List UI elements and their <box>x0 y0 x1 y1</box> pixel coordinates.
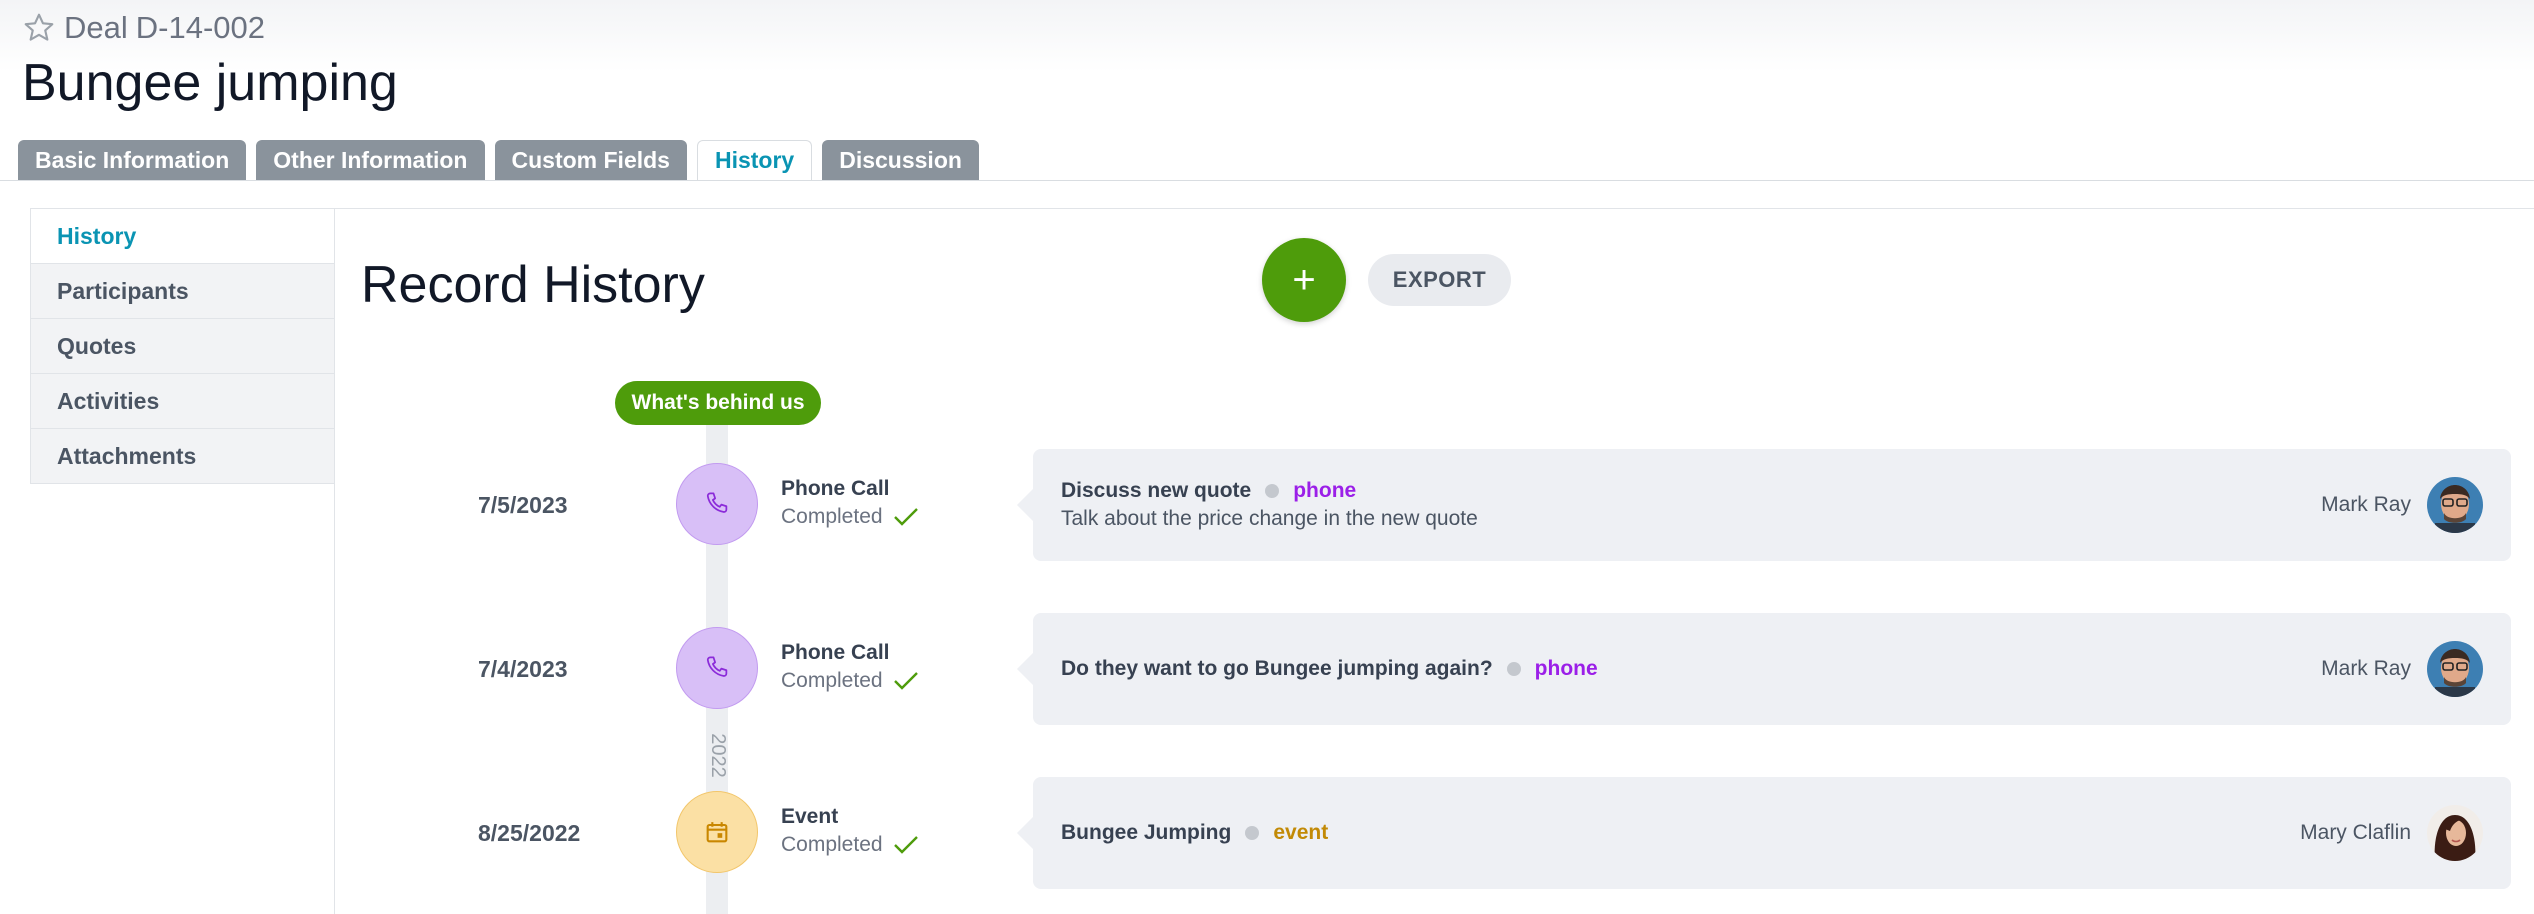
entry-status: Completed <box>781 505 883 528</box>
deal-header: Deal D-14-002 <box>22 8 265 48</box>
phone-icon <box>706 656 728 677</box>
export-button[interactable]: EXPORT <box>1368 254 1511 306</box>
sidebar-item-participants[interactable]: Participants <box>31 264 334 319</box>
entry-tag: event <box>1273 821 1329 844</box>
avatar[interactable] <box>2427 805 2483 861</box>
entry-date: 7/4/2023 <box>478 655 568 682</box>
entry-type: Phone Call <box>781 477 890 500</box>
sidebar: History Participants Quotes Activities A… <box>30 209 334 484</box>
entry-subject[interactable]: Bungee Jumping <box>1061 821 1231 845</box>
entry-card[interactable]: Bungee Jumping event Mary Claflin <box>1017 777 2511 889</box>
entry-type-badge <box>676 463 758 545</box>
sidebar-item-history[interactable]: History <box>31 209 334 264</box>
entry-status: Completed <box>781 669 883 692</box>
entry-type-badge <box>676 791 758 873</box>
entry-type-block: Phone Call Completed <box>781 475 919 531</box>
tab-other-information[interactable]: Other Information <box>256 140 485 181</box>
tab-history[interactable]: History <box>696 140 813 181</box>
deal-label: Deal <box>64 10 128 45</box>
entry-type-block: Phone Call Completed <box>781 639 919 695</box>
entry-date: 8/25/2022 <box>478 819 581 846</box>
record-history-title: Record History <box>361 256 705 314</box>
card-notch <box>1017 653 1033 685</box>
entry-date: 7/5/2023 <box>478 491 568 518</box>
tab-discussion[interactable]: Discussion <box>822 140 979 181</box>
sidebar-item-activities[interactable]: Activities <box>31 374 334 429</box>
card-notch <box>1017 817 1033 849</box>
entry-card[interactable]: Discuss new quote phone Talk about the p… <box>1017 449 2511 561</box>
deal-id: D-14-002 <box>135 10 266 45</box>
entry-type-block: Event Completed <box>781 803 919 859</box>
tab-basic-information[interactable]: Basic Information <box>18 140 247 181</box>
entry-status: Completed <box>781 833 883 856</box>
entry-description: Talk about the price change in the new q… <box>1061 507 1478 530</box>
tab-bar: Basic Information Other Information Cust… <box>18 140 979 181</box>
sidebar-item-quotes[interactable]: Quotes <box>31 319 334 374</box>
check-icon <box>893 836 918 854</box>
calendar-icon <box>706 822 728 843</box>
timeline-entry: 8/25/2022 Event Completed Bungee Jumping… <box>0 777 2534 889</box>
separator-dot <box>1506 662 1521 676</box>
separator-dot <box>1265 484 1280 498</box>
entry-person[interactable]: Mary Claflin <box>2300 777 2411 889</box>
entry-tag: phone <box>1293 479 1357 502</box>
separator-dot <box>1245 826 1260 840</box>
avatar[interactable] <box>2427 477 2483 533</box>
avatar[interactable] <box>2427 641 2483 697</box>
entry-tag: phone <box>1534 657 1598 680</box>
card-notch <box>1017 489 1033 521</box>
star-icon[interactable] <box>22 11 56 45</box>
panel-top-border <box>30 208 2534 209</box>
page-title: Bungee jumping <box>22 54 398 112</box>
tabs-divider <box>0 180 2534 181</box>
year-marker: 2022 <box>700 730 734 780</box>
entry-person[interactable]: Mark Ray <box>2321 449 2411 561</box>
entry-type: Phone Call <box>781 641 890 664</box>
tab-custom-fields[interactable]: Custom Fields <box>494 140 687 181</box>
timeline-entry: 7/5/2023 Phone Call Completed Discuss ne… <box>0 449 2534 561</box>
entry-person[interactable]: Mark Ray <box>2321 613 2411 725</box>
entry-type-badge <box>676 627 758 709</box>
check-icon <box>893 508 918 526</box>
check-icon <box>893 672 918 690</box>
entry-subject[interactable]: Do they want to go Bungee jumping again? <box>1061 657 1493 681</box>
timeline-entry: 7/4/2023 Phone Call Completed Do they wa… <box>0 613 2534 725</box>
phone-icon <box>706 492 728 513</box>
timeline-label: What's behind us <box>615 381 821 425</box>
entry-card[interactable]: Do they want to go Bungee jumping again?… <box>1017 613 2511 725</box>
entry-type: Event <box>781 805 839 828</box>
add-button[interactable]: + <box>1262 238 1346 322</box>
entry-subject[interactable]: Discuss new quote <box>1061 479 1251 503</box>
year-marker-text: 2022 <box>706 732 729 778</box>
